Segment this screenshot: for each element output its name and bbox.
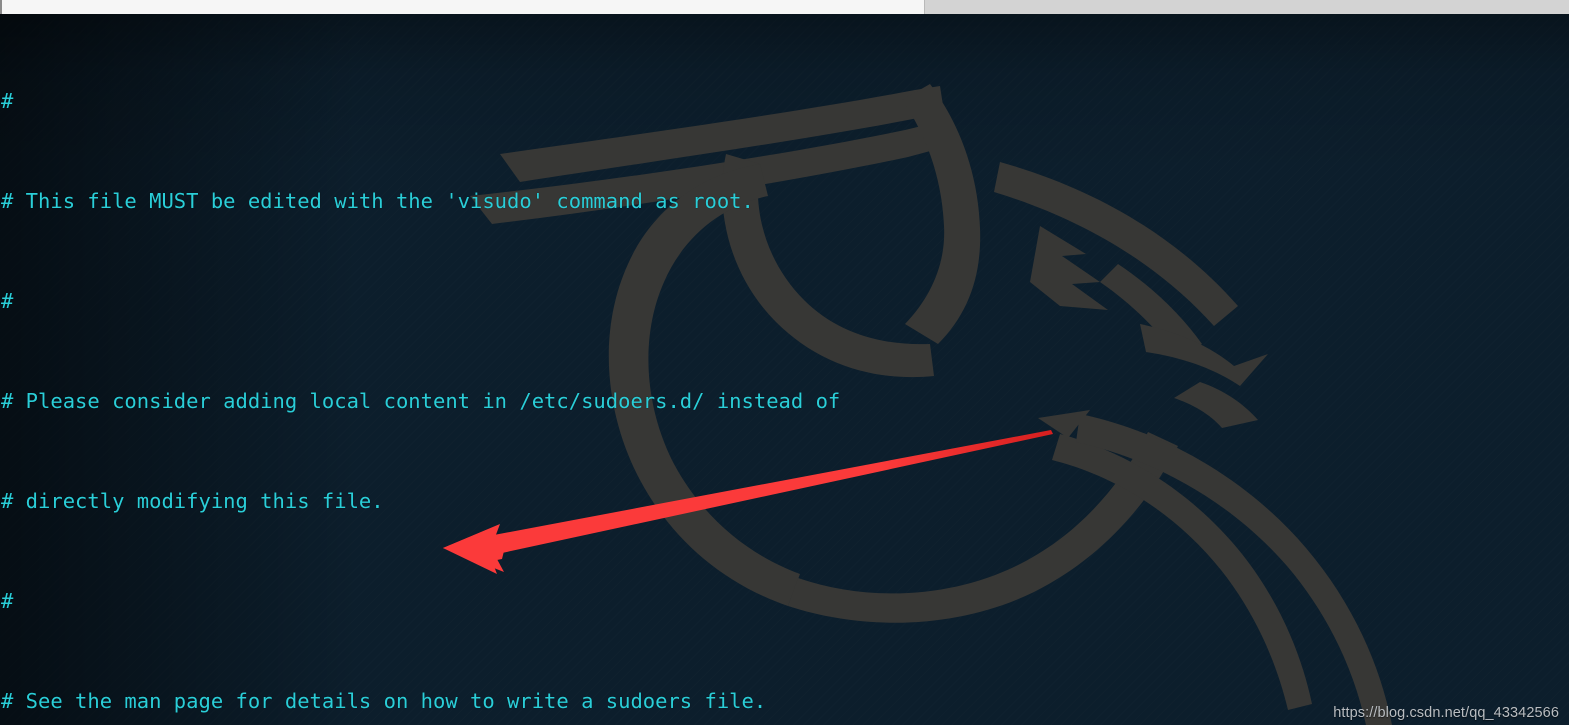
code-line: # This file MUST be edited with the 'vis… — [0, 189, 1569, 214]
window-top-strip[interactable] — [0, 0, 1569, 14]
top-strip-left-segment[interactable] — [0, 0, 925, 14]
comment-text: # Please consider adding local content i… — [1, 389, 841, 413]
comment-text: # directly modifying this file. — [1, 489, 384, 513]
comment-text: # — [1, 589, 14, 613]
comment-text: # See the man page for details on how to… — [1, 689, 767, 713]
code-line: # — [0, 89, 1569, 114]
comment-text: # — [1, 289, 14, 313]
comment-text: # This file MUST be edited with the 'vis… — [1, 189, 754, 213]
code-line: # directly modifying this file. — [0, 489, 1569, 514]
code-line: # — [0, 289, 1569, 314]
comment-text: # — [1, 89, 14, 113]
top-strip-caret — [0, 0, 2, 14]
sudoers-file-content[interactable]: # # This file MUST be edited with the 'v… — [0, 14, 1569, 725]
code-line: # — [0, 589, 1569, 614]
screenshot-root: # # This file MUST be edited with the 'v… — [0, 0, 1569, 725]
top-strip-right-segment[interactable] — [925, 0, 1569, 14]
code-line: # Please consider adding local content i… — [0, 389, 1569, 414]
csdn-blog-watermark: https://blog.csdn.net/qq_43342566 — [1333, 705, 1559, 721]
